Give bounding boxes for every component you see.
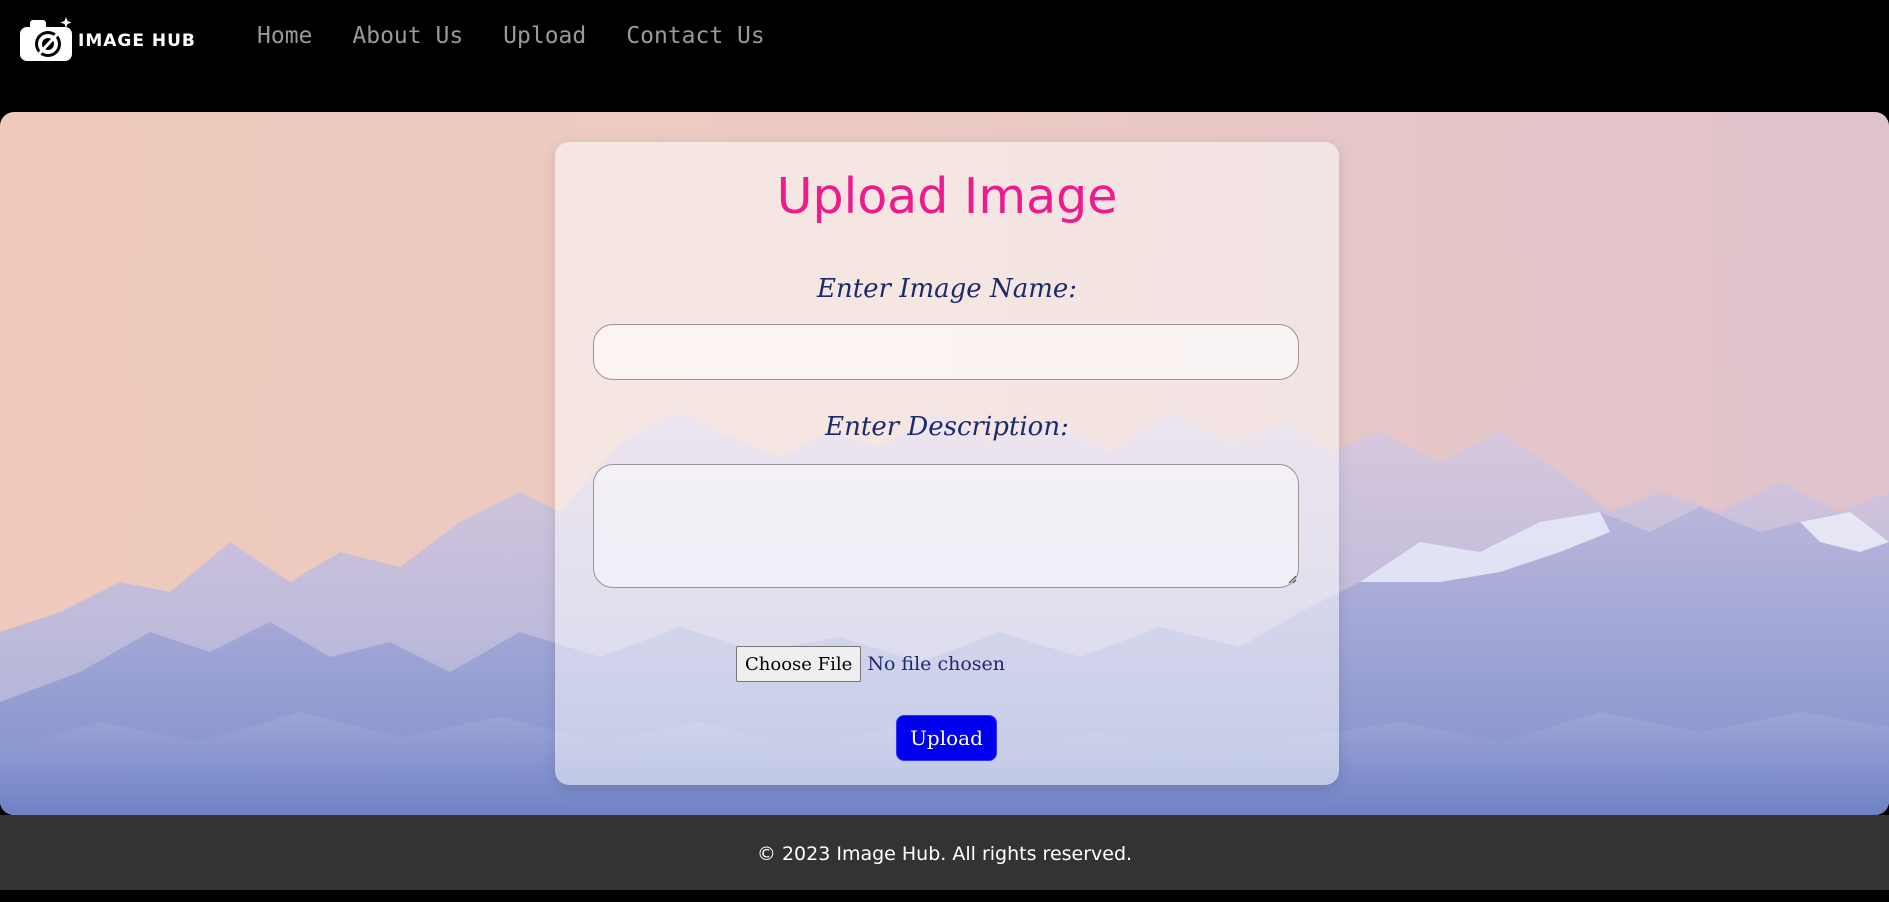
form-title: Upload Image: [776, 168, 1118, 225]
site-header: IMAGE HUB Home About Us Upload Contact U…: [0, 0, 1889, 112]
resize-grip-icon[interactable]: [1287, 574, 1297, 584]
file-status-text: No file chosen: [867, 653, 1005, 675]
choose-file-button[interactable]: Choose File: [736, 646, 862, 682]
upload-form-card: Upload Image Enter Image Name: Enter Des…: [555, 142, 1339, 785]
file-input: Choose File No file chosen: [736, 646, 1005, 682]
image-name-input[interactable]: [593, 324, 1299, 380]
nav-home[interactable]: Home: [257, 23, 312, 49]
main-nav: Home About Us Upload Contact Us: [257, 20, 805, 52]
description-label: Enter Description:: [825, 412, 1069, 442]
camera-logo-icon: [20, 17, 72, 61]
nav-contact-us[interactable]: Contact Us: [626, 23, 764, 49]
image-name-label: Enter Image Name:: [816, 274, 1078, 304]
site-footer: © 2023 Image Hub. All rights reserved.: [0, 815, 1889, 890]
description-textarea[interactable]: [593, 464, 1299, 588]
upload-submit-button[interactable]: Upload: [896, 715, 997, 761]
logo-text: IMAGE HUB: [78, 30, 196, 51]
nav-upload[interactable]: Upload: [503, 23, 586, 49]
nav-about-us[interactable]: About Us: [352, 23, 463, 49]
copyright-text: © 2023 Image Hub. All rights reserved.: [756, 843, 1133, 865]
logo[interactable]: IMAGE HUB: [18, 14, 196, 64]
